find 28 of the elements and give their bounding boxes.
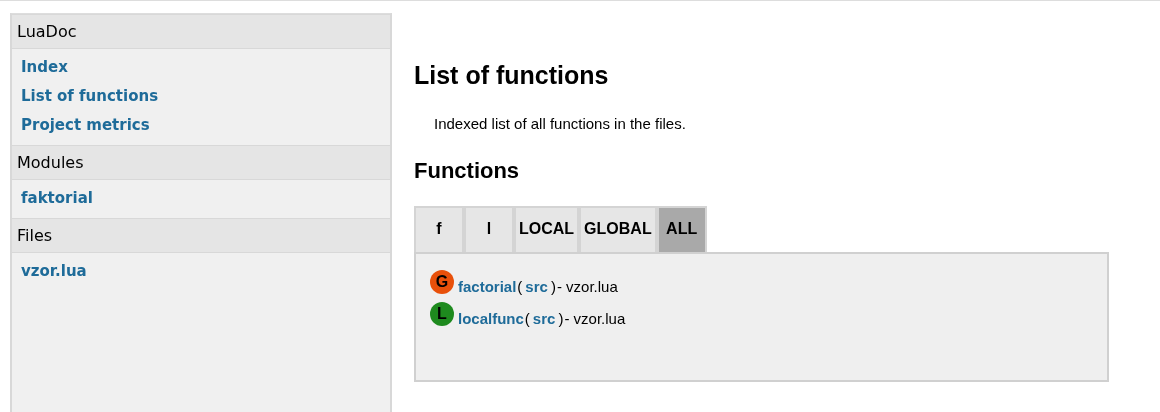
- paren-text: ): [558, 309, 564, 327]
- filter-tab[interactable]: f: [414, 206, 464, 252]
- paren-text: ): [550, 277, 556, 295]
- file-name-text: - vzor.lua: [564, 309, 626, 327]
- sidebar-link[interactable]: List of functions: [21, 82, 159, 111]
- filter-tab[interactable]: ALL: [656, 206, 707, 252]
- page-description: Indexed list of all functions in the files.: [434, 115, 687, 132]
- sidebar-heading: LuaDoc: [12, 14, 390, 49]
- filter-tab[interactable]: l: [464, 206, 514, 252]
- sidebar-heading: Files: [12, 218, 390, 253]
- file-name-text: - vzor.lua: [556, 277, 618, 295]
- paren-text: (: [517, 277, 523, 295]
- section-heading: Functions: [414, 158, 521, 184]
- paren-text: (: [524, 309, 530, 327]
- function-link[interactable]: factorial: [458, 277, 517, 295]
- scope-badge-icon: G: [430, 270, 454, 294]
- sidebar-link[interactable]: Index: [21, 53, 68, 82]
- sidebar-link[interactable]: Project metrics: [21, 111, 150, 140]
- function-link[interactable]: localfunc: [458, 309, 524, 327]
- scope-badge-icon: L: [430, 302, 454, 326]
- page-title: List of functions: [414, 61, 610, 90]
- sidebar-link[interactable]: vzor.lua: [21, 257, 87, 286]
- filter-tab[interactable]: GLOBAL: [579, 206, 657, 252]
- source-link[interactable]: src: [525, 277, 548, 295]
- sidebar-heading: Modules: [12, 145, 390, 180]
- filter-tab[interactable]: LOCAL: [514, 206, 580, 252]
- sidebar-link[interactable]: faktorial: [21, 184, 93, 213]
- source-link[interactable]: src: [532, 309, 556, 327]
